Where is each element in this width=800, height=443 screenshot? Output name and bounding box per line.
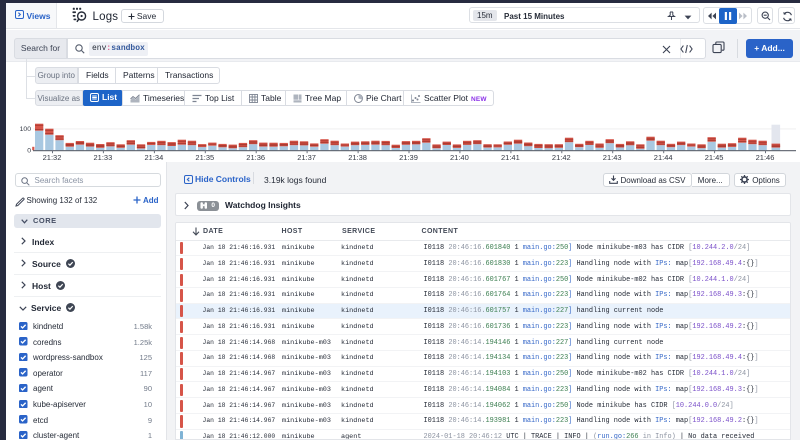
svg-text:0: 0 — [27, 148, 31, 155]
svg-text:100: 100 — [20, 126, 32, 133]
svg-text:21:35: 21:35 — [195, 153, 214, 162]
svg-text:21:45: 21:45 — [705, 153, 724, 162]
svg-text:21:33: 21:33 — [94, 153, 113, 162]
svg-text:21:34: 21:34 — [145, 153, 164, 162]
svg-text:21:40: 21:40 — [450, 153, 469, 162]
svg-text:21:39: 21:39 — [399, 153, 418, 162]
svg-text:21:41: 21:41 — [501, 153, 520, 162]
svg-text:21:43: 21:43 — [603, 153, 622, 162]
svg-text:21:42: 21:42 — [552, 153, 571, 162]
svg-text:21:36: 21:36 — [246, 153, 265, 162]
svg-text:21:44: 21:44 — [654, 153, 673, 162]
svg-text:21:37: 21:37 — [297, 153, 316, 162]
svg-text:21:32: 21:32 — [43, 153, 62, 162]
svg-text:21:38: 21:38 — [348, 153, 367, 162]
svg-text:21:46: 21:46 — [756, 153, 775, 162]
